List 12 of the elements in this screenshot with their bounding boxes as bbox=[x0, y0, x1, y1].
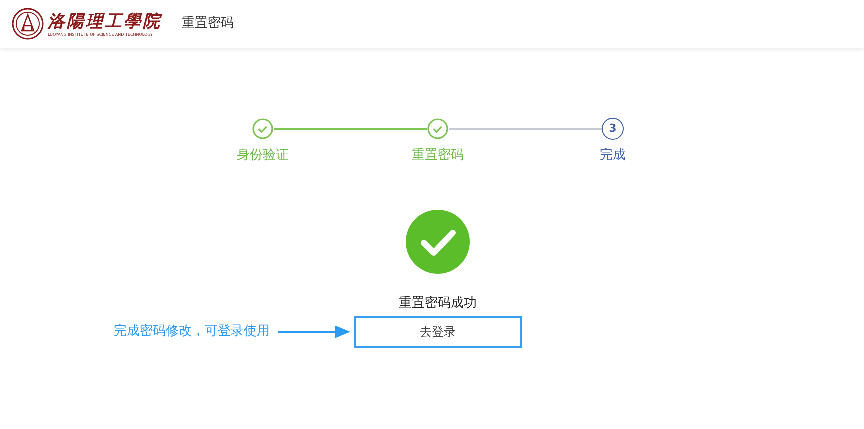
step-label: 身份验证 bbox=[237, 147, 289, 165]
success-icon bbox=[406, 210, 470, 274]
step-label: 重置密码 bbox=[412, 147, 464, 165]
emblem-icon bbox=[12, 8, 44, 40]
success-message: 重置密码成功 bbox=[399, 296, 477, 312]
login-button[interactable]: 去登录 bbox=[354, 316, 522, 348]
logo-text: 洛陽理工學院 bbox=[48, 12, 162, 32]
annotation-text: 完成密码修改，可登录使用 bbox=[114, 322, 270, 341]
step-label: 完成 bbox=[600, 147, 626, 165]
step-number: 3 bbox=[602, 118, 624, 140]
page-title: 重置密码 bbox=[182, 15, 234, 34]
arrow-icon bbox=[278, 326, 350, 338]
